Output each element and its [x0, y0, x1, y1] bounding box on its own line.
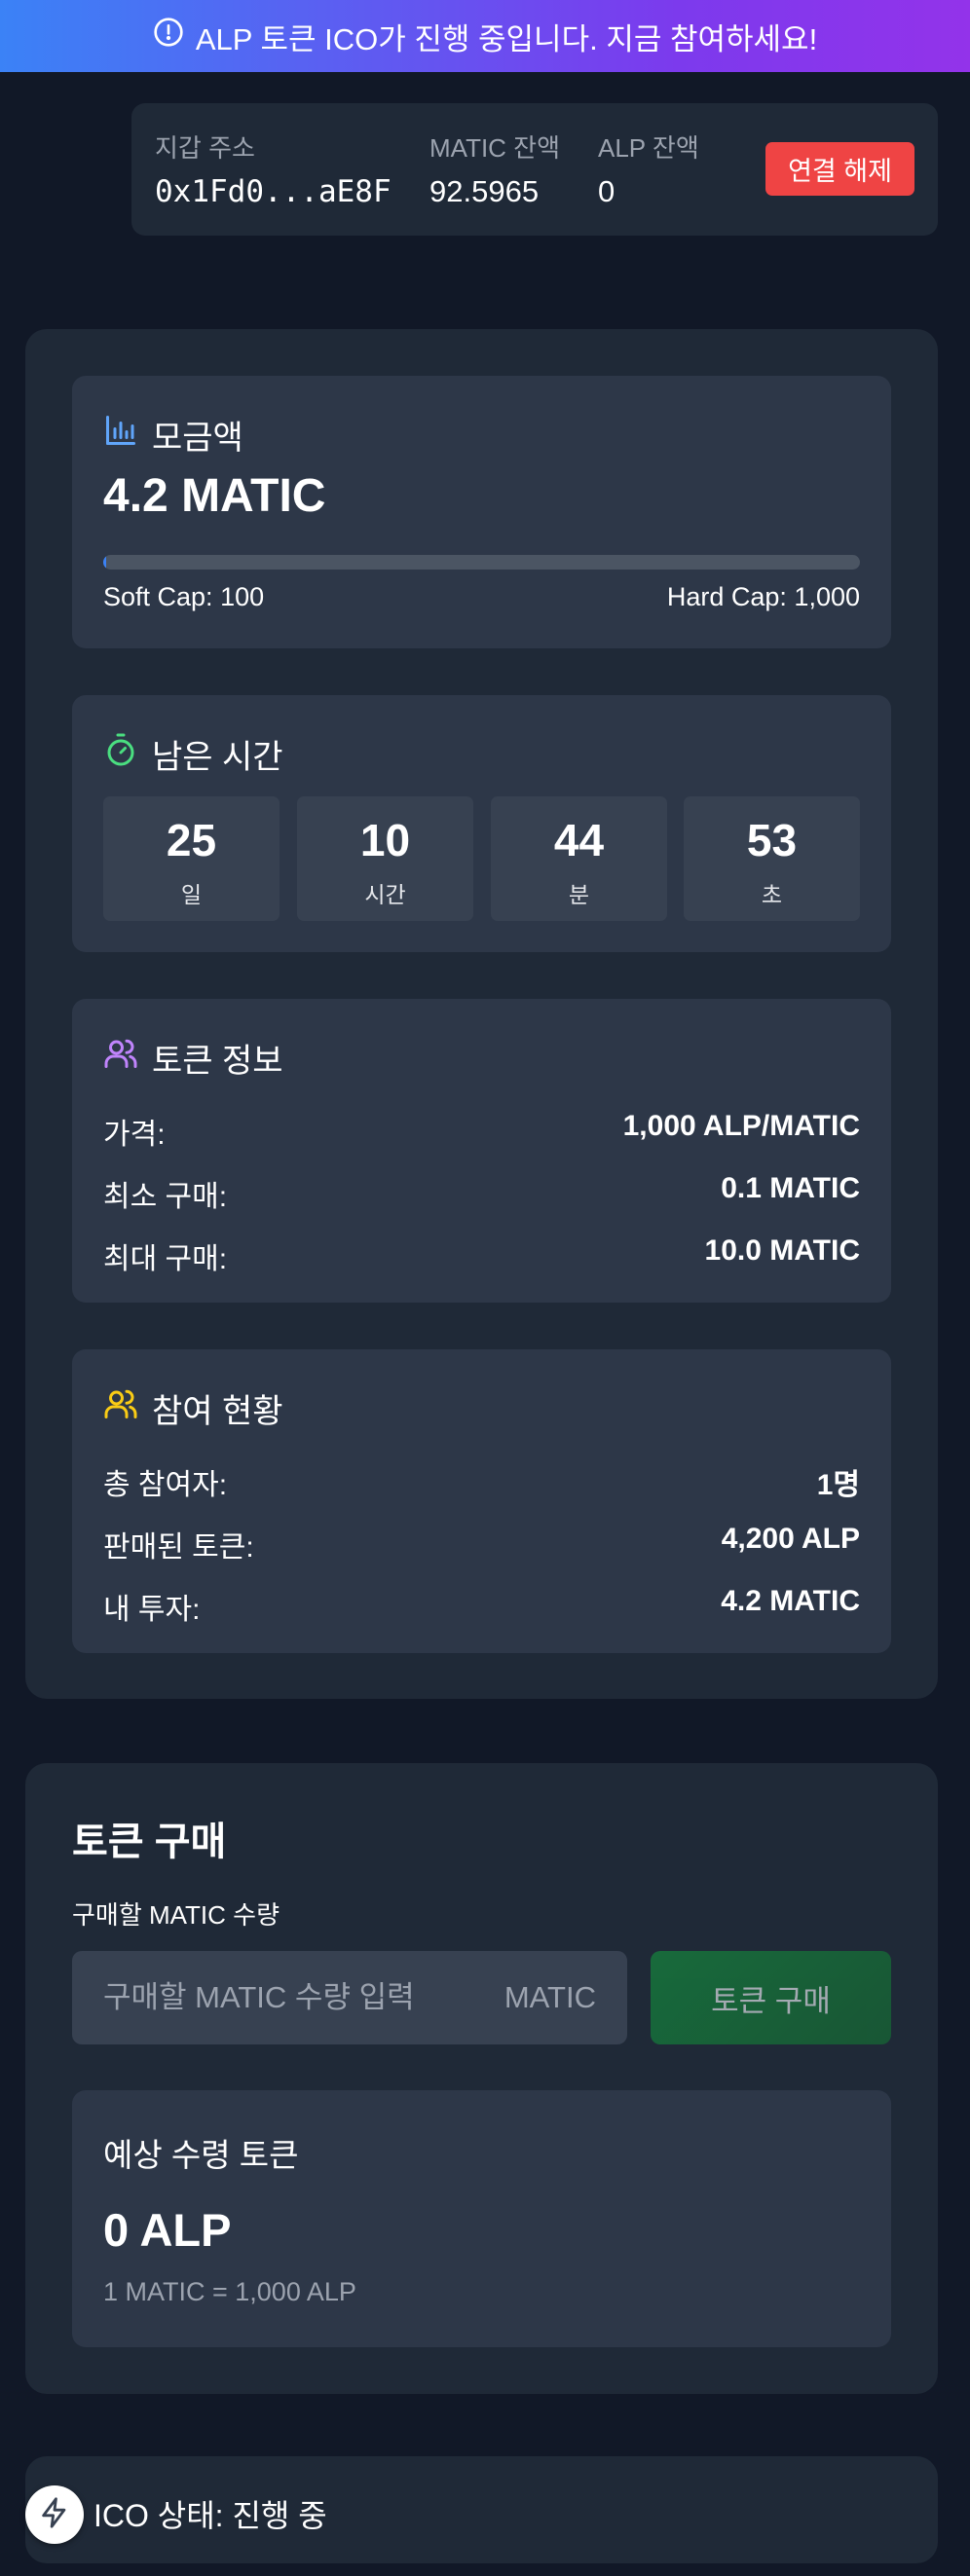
wallet-address-group: 지갑 주소 0x1Fd0...aE8F [155, 129, 392, 209]
matic-balance-group: MATIC 잔액 92.5965 [429, 129, 560, 209]
estimate-title: 예상 수령 토큰 [103, 2137, 299, 2173]
countdown-days: 25 일 [103, 796, 280, 921]
countdown-hours-value: 10 [359, 815, 411, 865]
my-investment-label: 내 투자: [103, 1594, 201, 1626]
purchase-title: 토큰 구매 [72, 1821, 227, 1863]
participation-title-text: 참여 현황 [152, 1393, 283, 1430]
countdown-seconds-value: 53 [746, 815, 798, 865]
wallet-info: 지갑 주소 0x1Fd0...aE8F MATIC 잔액 92.5965 ALP… [131, 103, 938, 236]
purchase-input-label: 구매할 MATIC 수량 [72, 1900, 280, 1930]
countdown-card: 남은 시간 25 일 10 시간 44 분 53 초 [72, 695, 891, 952]
tokens-sold-value: 4,200 ALP [721, 1523, 860, 1555]
wallet-address: 0x1Fd0...aE8F [155, 174, 392, 209]
raised-amount: 4.2 MATIC [103, 470, 326, 522]
ico-status-bar: ICO 상태: 진행 중 [25, 2456, 938, 2563]
alp-balance-group: ALP 잔액 0 [598, 129, 699, 209]
raised-title-text: 모금액 [152, 420, 243, 457]
alert-circle-icon [153, 17, 184, 55]
disconnect-button[interactable]: 연결 해제 [765, 142, 914, 196]
buy-token-button[interactable]: 토큰 구매 [651, 1951, 891, 2044]
tokens-sold-row: 판매된 토큰: 4,200 ALP [103, 1523, 860, 1565]
countdown-minutes: 44 분 [491, 796, 667, 921]
ico-stats-panel: 모금액 4.2 MATIC Soft Cap: 100 Hard Cap: 1,… [25, 329, 938, 1699]
matic-unit-label: MATIC [504, 1980, 596, 2014]
countdown-days-value: 25 [166, 815, 217, 865]
alp-balance-label: ALP 잔액 [598, 133, 699, 163]
my-investment-value: 4.2 MATIC [721, 1585, 860, 1617]
matic-balance: 92.5965 [429, 174, 540, 208]
countdown-hours: 10 시간 [297, 796, 473, 921]
participation-card: 참여 현황 총 참여자: 1명 판매된 토큰: 4,200 ALP 내 투자: … [72, 1349, 891, 1653]
min-purchase-row: 최소 구매: 0.1 MATIC [103, 1172, 860, 1215]
countdown-title: 남은 시간 [103, 730, 283, 778]
wallet-address-label: 지갑 주소 [155, 133, 255, 163]
token-price-value: 1,000 ALP/MATIC [622, 1110, 860, 1142]
soft-cap: Soft Cap: 100 [103, 582, 265, 611]
ico-status-text: ICO 상태: 진행 중 [93, 2498, 327, 2533]
participants-value: 1명 [816, 1469, 860, 1501]
countdown-minutes-label: 분 [568, 882, 590, 907]
alp-balance: 0 [598, 174, 616, 208]
raised-title: 모금액 [103, 411, 243, 459]
lightning-icon [38, 2496, 71, 2534]
tokens-sold-label: 판매된 토큰: [103, 1531, 254, 1564]
exchange-rate: 1 MATIC = 1,000 ALP [103, 2277, 356, 2306]
token-info-card: 토큰 정보 가격: 1,000 ALP/MATIC 최소 구매: 0.1 MAT… [72, 999, 891, 1303]
matic-balance-label: MATIC 잔액 [429, 133, 561, 163]
token-info-title-text: 토큰 정보 [152, 1043, 283, 1080]
participants-row: 총 참여자: 1명 [103, 1460, 860, 1503]
countdown-days-label: 일 [180, 882, 203, 907]
users-icon [103, 1036, 138, 1080]
quick-action-button[interactable] [25, 2485, 84, 2544]
countdown-seconds: 53 초 [684, 796, 860, 921]
my-investment-row: 내 투자: 4.2 MATIC [103, 1585, 860, 1628]
participants-label: 총 참여자: [103, 1469, 228, 1501]
users-icon [103, 1386, 138, 1430]
estimate-card: 예상 수령 토큰 0 ALP 1 MATIC = 1,000 ALP [72, 2090, 891, 2347]
purchase-panel: 토큰 구매 구매할 MATIC 수량 MATIC 토큰 구매 예상 수령 토큰 … [25, 1763, 938, 2394]
bar-chart-icon [103, 413, 138, 457]
banner-text: ALP 토큰 ICO가 진행 중입니다. 지금 참여하세요! [195, 21, 818, 56]
max-purchase-value: 10.0 MATIC [704, 1234, 860, 1267]
token-price-row: 가격: 1,000 ALP/MATIC [103, 1110, 860, 1153]
countdown-minutes-value: 44 [553, 815, 605, 865]
timer-icon [103, 732, 138, 776]
matic-amount-input[interactable] [72, 1951, 512, 2044]
raised-progress-bar [103, 555, 860, 570]
min-purchase-value: 0.1 MATIC [721, 1172, 860, 1204]
matic-amount-field: MATIC [72, 1951, 627, 2044]
min-purchase-label: 최소 구매: [103, 1181, 228, 1213]
raised-progress-fill [103, 555, 107, 570]
countdown-seconds-label: 초 [761, 882, 783, 907]
announcement-banner: ALP 토큰 ICO가 진행 중입니다. 지금 참여하세요! [0, 0, 970, 72]
max-purchase-row: 최대 구매: 10.0 MATIC [103, 1234, 860, 1277]
countdown-title-text: 남은 시간 [152, 739, 283, 776]
estimate-value: 0 ALP [103, 2204, 232, 2256]
hard-cap: Hard Cap: 1,000 [666, 582, 860, 611]
token-price-label: 가격: [103, 1119, 166, 1151]
max-purchase-label: 최대 구매: [103, 1243, 228, 1275]
token-info-title: 토큰 정보 [103, 1034, 283, 1082]
raised-card: 모금액 4.2 MATIC Soft Cap: 100 Hard Cap: 1,… [72, 376, 891, 648]
participation-title: 참여 현황 [103, 1384, 283, 1432]
countdown-hours-label: 시간 [364, 882, 406, 907]
